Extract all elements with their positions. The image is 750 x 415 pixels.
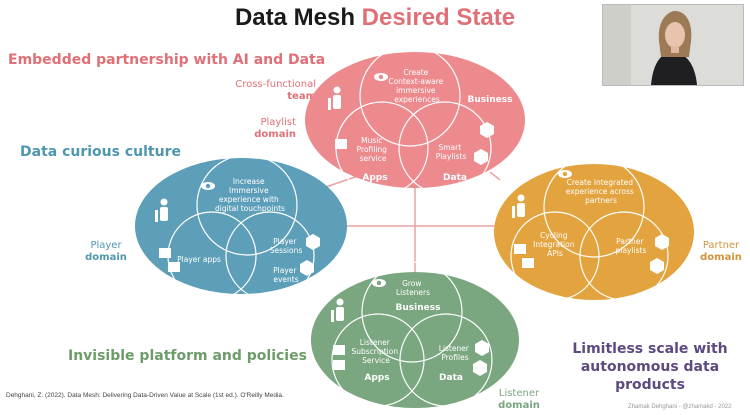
document-icon	[333, 345, 345, 355]
partner-data-text: Partner playlists	[616, 237, 647, 255]
player-events-text: Player events	[273, 266, 299, 284]
presenter-video-image	[603, 5, 743, 85]
eye-icon	[374, 73, 388, 81]
listener-data-label: Data	[439, 373, 463, 383]
listener-business-label: Business	[396, 303, 441, 313]
playlist-data-label: Data	[443, 173, 467, 183]
playlist-business-label: Business	[468, 95, 513, 105]
listener-apps-label: Apps	[364, 373, 389, 383]
connector-playlist-partner	[489, 171, 501, 181]
playlist-data-text: Smart Playlists	[436, 143, 467, 161]
eye-icon	[558, 170, 572, 178]
credit-text: Zhamak Dehghani - @zhamakd - 2022	[628, 404, 732, 410]
document-icon	[522, 258, 534, 268]
playlist-domain: Create Context-aware immersive experienc…	[305, 45, 525, 195]
playlist-apps-text: Music Profiling service	[357, 136, 390, 163]
player-sessions-text: Player Sessions	[270, 237, 303, 255]
document-icon	[514, 244, 526, 254]
citation-text: Dehghani, Z. (2022). Data Mesh: Deliveri…	[6, 392, 284, 399]
playlist-apps-label: Apps	[362, 173, 387, 183]
eye-icon	[372, 279, 386, 287]
listener-data-text: Listener Profiles	[439, 344, 472, 362]
player-domain: Increase Immersive experience with digit…	[135, 154, 347, 301]
eye-icon	[201, 182, 215, 190]
player-apps-text: Player apps	[177, 255, 221, 264]
partner-domain: Create integrated experience across part…	[494, 156, 694, 301]
document-icon	[335, 139, 347, 149]
document-icon	[333, 360, 345, 370]
listener-domain: Grow Listeners Business Listener Subscri…	[311, 261, 519, 408]
document-icon	[159, 248, 171, 258]
presenter-video[interactable]	[602, 4, 744, 86]
